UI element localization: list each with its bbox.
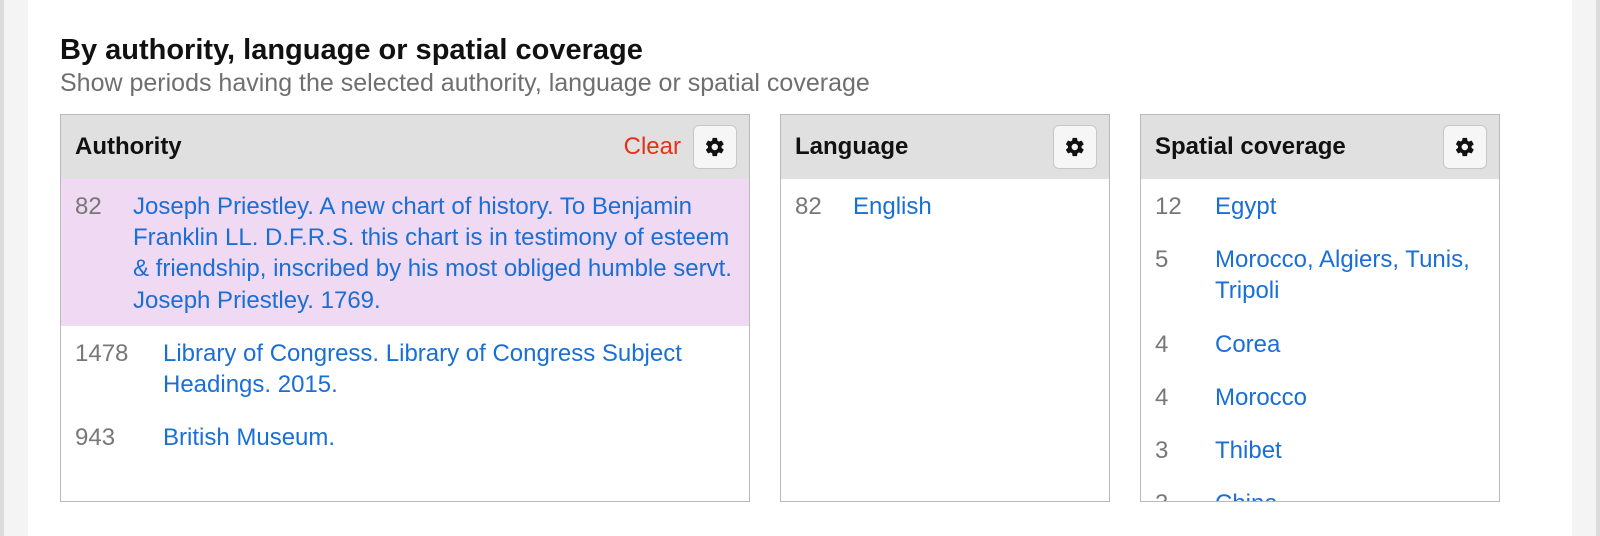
- item-label: British Museum.: [163, 422, 735, 453]
- list-item[interactable]: 943British Museum.: [61, 410, 749, 463]
- item-count: 12: [1155, 191, 1215, 222]
- panel-language-title: Language: [795, 133, 1045, 161]
- item-label: Morocco: [1215, 382, 1485, 413]
- item-label: Morocco, Algiers, Tunis, Tripoli: [1215, 244, 1485, 306]
- section-subtitle: Show periods having the selected authori…: [60, 69, 1540, 98]
- panel-authority: Authority Clear 82Joseph Priestley. A ne…: [60, 114, 750, 502]
- item-label: Thibet: [1215, 435, 1485, 466]
- item-label: Corea: [1215, 329, 1485, 360]
- panel-language-header: Language: [781, 115, 1109, 179]
- gear-icon: [704, 136, 726, 158]
- item-label: Egypt: [1215, 191, 1485, 222]
- item-count: 5: [1155, 244, 1215, 275]
- gear-icon: [1064, 136, 1086, 158]
- item-label: Joseph Priestley. A new chart of history…: [133, 191, 735, 316]
- item-count: 82: [795, 191, 853, 222]
- panel-spatial-body: 12Egypt5Morocco, Algiers, Tunis, Tripoli…: [1141, 179, 1499, 501]
- item-count: 3: [1155, 488, 1215, 501]
- item-label: English: [853, 191, 1095, 222]
- settings-button[interactable]: [693, 125, 737, 169]
- settings-button[interactable]: [1053, 125, 1097, 169]
- panel-authority-title: Authority: [75, 133, 616, 161]
- panel-language: Language 82English: [780, 114, 1110, 502]
- panel-spatial-title: Spatial coverage: [1155, 133, 1435, 161]
- list-item[interactable]: 82Joseph Priestley. A new chart of histo…: [61, 179, 749, 326]
- list-item[interactable]: 5Morocco, Algiers, Tunis, Tripoli: [1141, 232, 1499, 316]
- panel-spatial-header: Spatial coverage: [1141, 115, 1499, 179]
- panel-language-body: 82English: [781, 179, 1109, 501]
- item-label: Library of Congress. Library of Congress…: [163, 338, 735, 400]
- panel-authority-body: 82Joseph Priestley. A new chart of histo…: [61, 179, 749, 501]
- gear-icon: [1454, 136, 1476, 158]
- item-count: 82: [75, 191, 133, 222]
- clear-button[interactable]: Clear: [624, 133, 681, 161]
- list-item[interactable]: 1478Library of Congress. Library of Cong…: [61, 326, 749, 410]
- list-item[interactable]: 4Corea: [1141, 317, 1499, 370]
- facet-panels: Authority Clear 82Joseph Priestley. A ne…: [60, 114, 1540, 502]
- panel-authority-header: Authority Clear: [61, 115, 749, 179]
- list-item[interactable]: 4Morocco: [1141, 370, 1499, 423]
- section-title: By authority, language or spatial covera…: [60, 34, 1540, 67]
- settings-button[interactable]: [1443, 125, 1487, 169]
- item-count: 4: [1155, 329, 1215, 360]
- item-label: China: [1215, 488, 1485, 501]
- item-count: 1478: [75, 338, 163, 369]
- list-item[interactable]: 82English: [781, 179, 1109, 232]
- item-count: 3: [1155, 435, 1215, 466]
- list-item[interactable]: 3Thibet: [1141, 423, 1499, 476]
- list-item[interactable]: 12Egypt: [1141, 179, 1499, 232]
- item-count: 943: [75, 422, 163, 453]
- item-count: 4: [1155, 382, 1215, 413]
- panel-spatial: Spatial coverage 12Egypt5Morocco, Algier…: [1140, 114, 1500, 502]
- list-item[interactable]: 3China: [1141, 476, 1499, 501]
